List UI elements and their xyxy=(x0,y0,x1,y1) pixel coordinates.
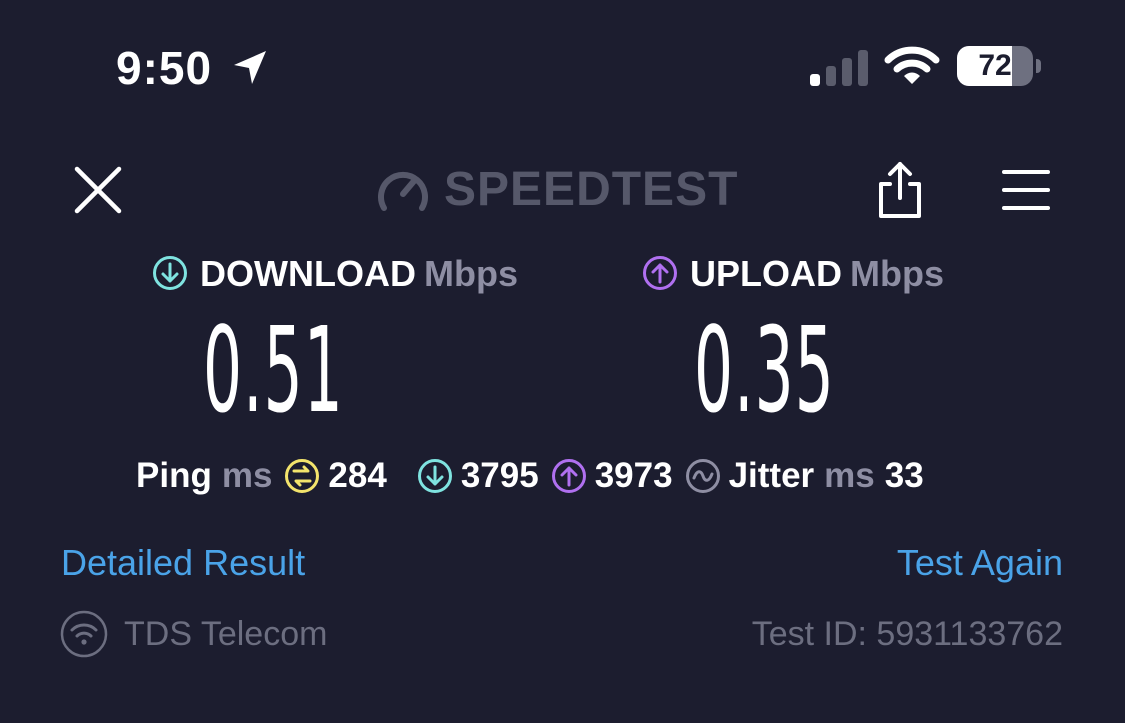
share-icon xyxy=(879,162,921,218)
cellular-signal-icon xyxy=(810,50,868,86)
upload-header: UPLOAD Mbps xyxy=(642,250,944,298)
logo-text: SPEEDTEST xyxy=(444,163,739,216)
ping-icon xyxy=(285,459,320,493)
test-id: Test ID: 5931133762 xyxy=(751,615,1063,653)
upload-label: UPLOAD xyxy=(690,253,842,294)
ping-unit: ms xyxy=(221,456,273,495)
jitter-icon xyxy=(685,459,720,493)
battery-percent: 72 xyxy=(978,49,1012,82)
jitter-unit: ms xyxy=(824,456,875,495)
gauge-icon xyxy=(378,171,428,211)
wifi-icon xyxy=(884,46,940,84)
download-label: DOWNLOAD xyxy=(200,253,416,294)
close-button[interactable] xyxy=(72,164,124,216)
menu-button[interactable] xyxy=(1000,166,1052,214)
share-button[interactable] xyxy=(872,160,928,220)
close-icon xyxy=(74,166,122,214)
download-unit: Mbps xyxy=(423,253,518,294)
isp-info: TDS Telecom xyxy=(60,610,327,658)
detailed-result-link[interactable]: Detailed Result xyxy=(61,540,305,586)
jitter-value: 33 xyxy=(884,456,924,495)
download-latency-icon xyxy=(417,459,452,493)
menu-icon xyxy=(1002,170,1050,210)
download-speed-value: 0.51 xyxy=(203,301,344,439)
upload-speed-value: 0.35 xyxy=(694,301,835,439)
download-header: DOWNLOAD Mbps xyxy=(152,250,518,298)
ping-label: Ping xyxy=(136,456,212,495)
speedtest-logo: SPEEDTEST xyxy=(376,162,756,218)
upload-arrow-icon xyxy=(643,256,677,291)
jitter-label: Jitter xyxy=(728,456,815,495)
download-latency-value: 3795 xyxy=(460,456,539,495)
upload-latency-value: 3973 xyxy=(594,456,673,495)
ping-value: 284 xyxy=(328,456,387,495)
location-arrow-icon xyxy=(234,51,266,84)
test-again-link[interactable]: Test Again xyxy=(897,540,1063,586)
isp-wifi-icon xyxy=(60,610,108,658)
upload-unit: Mbps xyxy=(850,253,944,294)
status-time: 9:50 xyxy=(116,42,213,94)
battery-indicator: 72 xyxy=(957,46,1045,86)
upload-latency-icon xyxy=(551,459,586,493)
download-arrow-icon xyxy=(153,256,187,291)
isp-name: TDS Telecom xyxy=(124,614,328,653)
latency-row: Ping ms 284 3795 3973 Jitter ms 33 xyxy=(136,450,924,502)
